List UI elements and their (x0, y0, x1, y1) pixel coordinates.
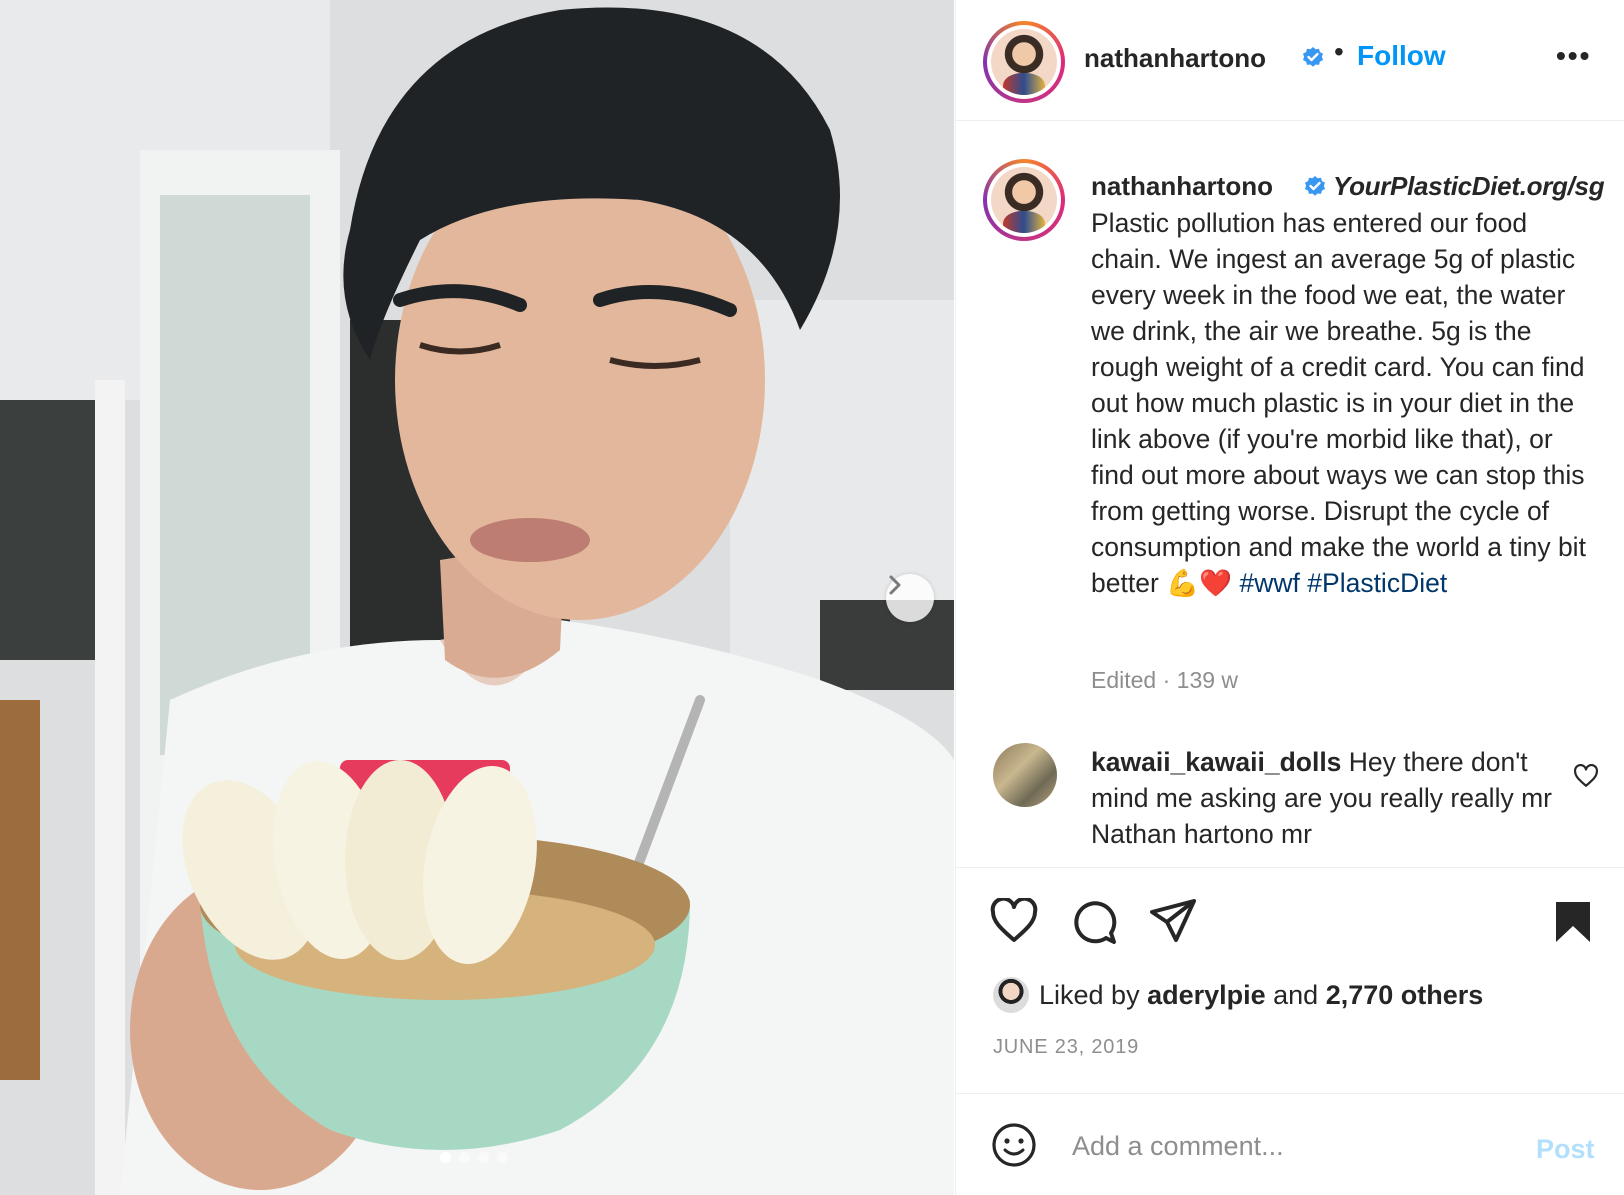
comment-icon[interactable] (1070, 898, 1118, 946)
commenter-avatar[interactable] (993, 743, 1057, 807)
post-details-panel: nathanhartono • Follow ••• nathanhartono… (955, 0, 1624, 1195)
liker-avatar[interactable] (993, 977, 1029, 1013)
liker-username[interactable]: aderylpie (1147, 980, 1266, 1010)
comment-input[interactable] (1072, 1124, 1512, 1168)
separator-dot: • (1334, 36, 1344, 67)
edited-timestamp[interactable]: Edited · 139 w (1091, 667, 1238, 694)
carousel-dot (497, 1152, 508, 1163)
more-options-button[interactable]: ••• (1556, 40, 1591, 72)
caption-body: Plastic pollution has entered our food c… (1091, 208, 1594, 598)
carousel-dot (459, 1152, 470, 1163)
comment: kawaii_kawaii_dolls Hey there don't mind… (1091, 744, 1561, 852)
caption-link[interactable]: YourPlasticDiet.org/sg (1333, 171, 1605, 202)
carousel-indicator (440, 1152, 508, 1163)
caption-username[interactable]: nathanhartono (1091, 171, 1273, 202)
likes-middle: and (1265, 979, 1326, 1010)
next-image-button[interactable] (886, 574, 934, 622)
verified-icon (1303, 47, 1323, 67)
author-username[interactable]: nathanhartono (1084, 43, 1266, 74)
caption-emoji: 💪❤️ (1166, 568, 1233, 598)
caption-author-avatar[interactable] (983, 159, 1065, 241)
commenter-username[interactable]: kawaii_kawaii_dolls (1091, 747, 1341, 777)
heart-icon[interactable] (990, 898, 1038, 944)
hashtag-plasticdiet[interactable]: #PlasticDiet (1307, 568, 1447, 598)
post-header: nathanhartono • Follow ••• (956, 0, 1624, 121)
post-date[interactable]: JUNE 23, 2019 (993, 1036, 1139, 1059)
likes-summary[interactable]: Liked by aderylpie and 2,770 others (993, 977, 1483, 1013)
follow-button[interactable]: Follow (1357, 40, 1446, 72)
likes-text: Liked by aderylpie and 2,770 others (1039, 980, 1483, 1011)
bookmark-icon[interactable] (1553, 900, 1593, 944)
photo-illustration (0, 0, 954, 1195)
emoji-icon[interactable] (991, 1122, 1037, 1168)
chevron-right-icon (889, 575, 901, 595)
heart-icon[interactable] (1573, 764, 1599, 788)
carousel-dot (440, 1152, 451, 1163)
add-comment-bar: Post (956, 1093, 1624, 1195)
caption-text: Plastic pollution has entered our food c… (1091, 205, 1596, 601)
carousel-dot (478, 1152, 489, 1163)
post-photo[interactable] (0, 0, 954, 1195)
post-comment-button[interactable]: Post (1536, 1134, 1595, 1165)
verified-icon (1305, 176, 1325, 196)
likes-prefix: Liked by (1039, 979, 1148, 1010)
share-icon[interactable] (1149, 898, 1197, 944)
likes-count[interactable]: 2,770 others (1326, 980, 1484, 1010)
hashtag-wwf[interactable]: #wwf (1240, 568, 1300, 598)
author-avatar[interactable] (983, 21, 1065, 103)
